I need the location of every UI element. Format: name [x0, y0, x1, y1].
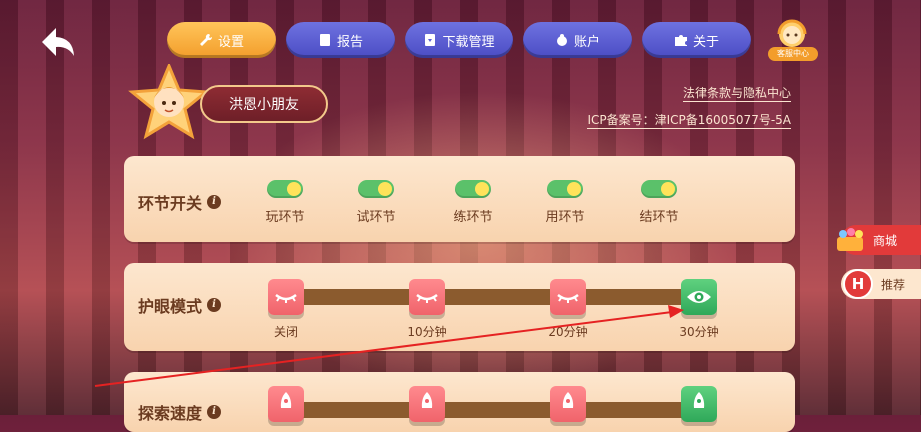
bag-icon — [556, 34, 567, 46]
section-title: 环节开关 — [138, 194, 203, 213]
tab-label: 关于 — [692, 34, 719, 50]
document-icon — [319, 34, 330, 46]
shop-label: 商城 — [873, 233, 898, 248]
tab-report[interactable]: 报告 — [286, 22, 395, 58]
shop-icon — [837, 228, 863, 251]
puzzle-icon — [674, 35, 687, 46]
rocket-icon — [562, 392, 574, 408]
tab-label: 下载管理 — [442, 34, 495, 50]
closed-eye-icon — [416, 293, 438, 303]
wrench-icon — [199, 33, 212, 46]
speed-option-1[interactable] — [268, 386, 304, 422]
tab-label: 账户 — [573, 34, 600, 50]
toggle-play[interactable] — [267, 180, 303, 198]
recommend-button[interactable]: H 推荐 — [841, 269, 921, 299]
open-eye-icon — [687, 291, 711, 303]
avatar[interactable] — [128, 64, 210, 140]
closed-eye-icon — [275, 293, 297, 303]
icp-number[interactable]: ICP备案号：津ICP备16005077号-5A — [587, 111, 791, 129]
explore-speed-title: 探索速度 i — [138, 400, 222, 424]
eye-mode-title: 护眼模式 i — [138, 293, 222, 317]
rocket-icon — [693, 392, 705, 408]
option-label: 10分钟 — [407, 325, 447, 339]
toggle-label: 练环节 — [453, 210, 493, 225]
rocket-icon — [280, 392, 292, 408]
speed-option-4[interactable] — [681, 386, 717, 422]
tab-label: 设置 — [217, 34, 244, 50]
info-icon[interactable]: i — [207, 405, 222, 419]
speed-track[interactable] — [284, 402, 704, 418]
rocket-icon — [421, 392, 433, 408]
toggle-label: 用环节 — [545, 210, 585, 225]
option-label: 20分钟 — [548, 325, 588, 339]
toggle-use[interactable] — [547, 180, 583, 198]
toggle-conclude[interactable] — [641, 180, 677, 198]
toggle-practice[interactable] — [455, 180, 491, 198]
toggle-label: 结环节 — [639, 210, 679, 225]
recommend-icon: H — [843, 269, 873, 299]
toggle-label: 试环节 — [356, 210, 396, 225]
closed-eye-icon — [557, 293, 579, 303]
speed-option-2[interactable] — [409, 386, 445, 422]
profile-name[interactable]: 洪恩小朋友 — [200, 85, 328, 123]
tab-settings[interactable]: 设置 — [167, 22, 276, 58]
customer-service-label[interactable]: 客服中心 — [768, 47, 818, 61]
shop-button[interactable]: 商城 — [837, 225, 921, 255]
eye-mode-panel: 护眼模式 i 关闭 10分钟 20分钟 30分钟 — [124, 263, 795, 351]
tab-label: 报告 — [336, 34, 363, 50]
download-icon — [425, 34, 436, 46]
stage-switch-title: 环节开关 i — [138, 190, 222, 214]
section-title: 护眼模式 — [138, 297, 203, 316]
section-title: 探索速度 — [138, 404, 203, 423]
tab-about[interactable]: 关于 — [642, 22, 751, 58]
eye-off-button[interactable] — [268, 279, 304, 315]
eye-10min-button[interactable] — [409, 279, 445, 315]
stage-switch-panel: 环节开关 i 玩环节 试环节 练环节 用环节 结环节 — [124, 156, 795, 242]
eye-30min-button[interactable] — [681, 279, 717, 315]
eye-20min-button[interactable] — [550, 279, 586, 315]
explore-speed-panel: 探索速度 i — [124, 372, 795, 432]
info-icon[interactable]: i — [207, 298, 222, 312]
option-label: 关闭 — [273, 325, 298, 339]
toggle-try[interactable] — [358, 180, 394, 198]
option-label: 30分钟 — [679, 325, 719, 339]
recommend-label: 推荐 — [881, 277, 906, 292]
toggle-label: 玩环节 — [265, 210, 305, 225]
info-icon[interactable]: i — [207, 195, 222, 209]
tab-account[interactable]: 账户 — [523, 22, 632, 58]
legal-center-link[interactable]: 法律条款与隐私中心 — [682, 84, 791, 102]
tab-download-manager[interactable]: 下载管理 — [405, 22, 513, 58]
eye-mode-track[interactable] — [284, 289, 704, 305]
speed-option-3[interactable] — [550, 386, 586, 422]
